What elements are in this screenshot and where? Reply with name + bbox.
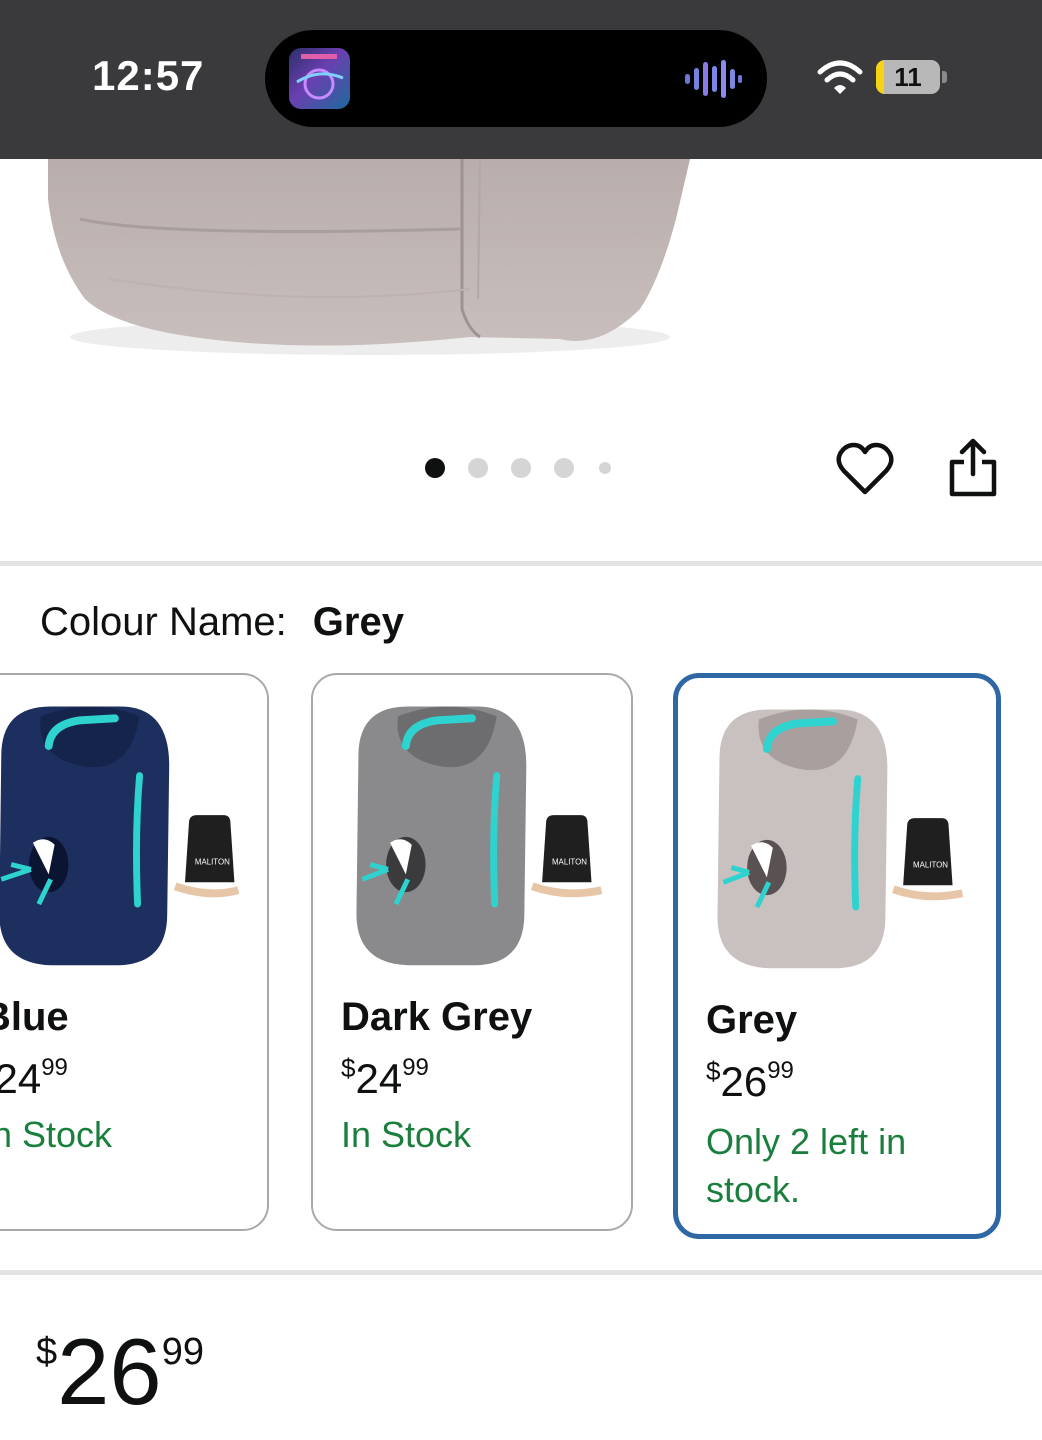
swatch-name: Dark Grey — [341, 995, 533, 1039]
price-currency: $ — [36, 1331, 58, 1373]
swatch-image: MALITON — [717, 709, 964, 969]
carousel-dot[interactable] — [468, 458, 488, 478]
battery-icon: 11 — [876, 60, 940, 94]
share-icon[interactable] — [946, 438, 1000, 498]
svg-text:MALITON: MALITON — [552, 858, 587, 867]
carousel-dot[interactable] — [511, 458, 531, 478]
swatch-name: Grey — [706, 998, 798, 1042]
svg-text:MALITON: MALITON — [195, 858, 230, 867]
carousel-dot-active[interactable] — [425, 458, 445, 478]
dynamic-island[interactable] — [265, 30, 767, 127]
status-bar: 12:57 11 — [0, 0, 1042, 159]
section-divider — [0, 1270, 1042, 1275]
carousel-indicator[interactable] — [425, 456, 625, 480]
swatch-stock: Only 2 left in stock. — [706, 1121, 907, 1210]
product-price: $2699 — [36, 1318, 204, 1426]
swatch-price: $2499 — [341, 1053, 429, 1102]
battery-tip — [942, 71, 947, 83]
product-page: 12:57 11 Colour Name: Grey MALITON lue 4… — [0, 0, 1042, 1440]
section-divider — [0, 561, 1042, 566]
heart-icon[interactable] — [836, 442, 894, 498]
colour-name-selected: Grey — [312, 600, 404, 644]
swatch-price: $2499 — [0, 1054, 68, 1102]
swatch-price: $2699 — [706, 1056, 794, 1105]
carousel-dot[interactable] — [554, 458, 574, 478]
swatch-dark-grey[interactable]: MALITON Dark Grey $2499 In Stock — [311, 673, 633, 1231]
colour-name-label: Colour Name: — [40, 600, 287, 644]
swatch-image: MALITON — [356, 706, 603, 966]
audio-waveform-icon — [685, 60, 742, 98]
swatch-blue[interactable]: MALITON Blue $2499 In Stock — [0, 673, 269, 1231]
product-main-image[interactable] — [0, 159, 1042, 399]
swatch-stock: In Stock — [341, 1114, 472, 1155]
status-time: 12:57 — [92, 52, 205, 99]
swatch-name: Blue — [0, 995, 69, 1039]
wifi-icon — [817, 60, 863, 94]
carousel-dot[interactable] — [599, 462, 611, 474]
swatch-stock: In Stock — [0, 1114, 113, 1155]
swatch-image: MALITON — [0, 706, 240, 966]
price-fraction: 99 — [161, 1331, 204, 1373]
colour-name-row: Colour Name: Grey — [40, 600, 404, 645]
battery-level: 11 — [894, 62, 922, 92]
now-playing-artwork[interactable] — [289, 48, 350, 109]
swatch-grey-selected[interactable]: MALITON Grey $2699 Only 2 left in stock. — [673, 673, 1001, 1239]
svg-text:MALITON: MALITON — [913, 861, 948, 870]
price-whole: 26 — [57, 1319, 162, 1424]
